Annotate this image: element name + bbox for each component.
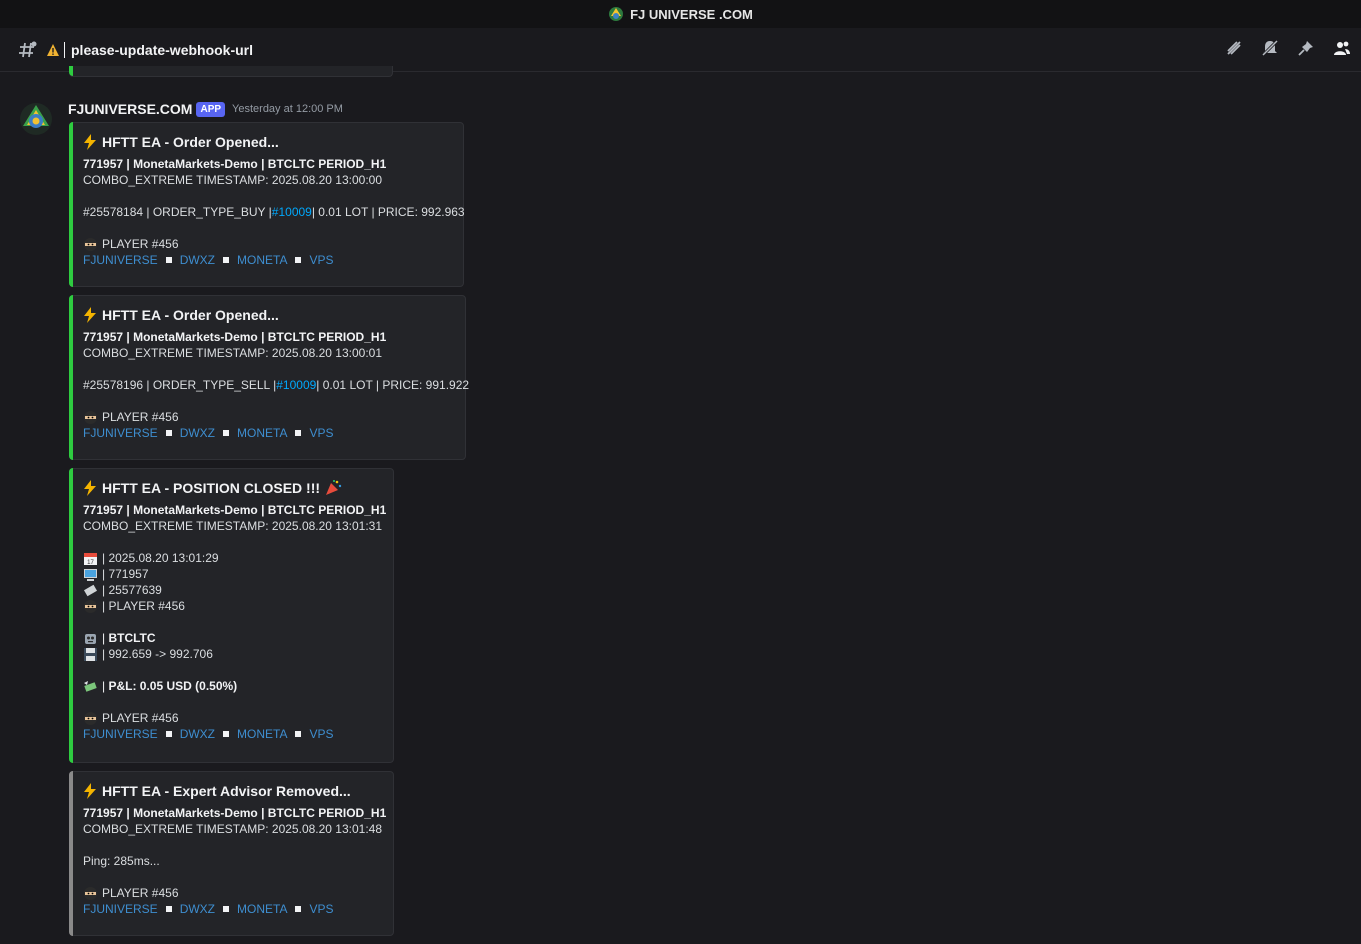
ninja-icon	[84, 410, 97, 424]
embed-ea-removed: HFTT EA - Expert Advisor Removed... 7719…	[69, 771, 394, 936]
ninja-icon	[84, 711, 97, 725]
embed-order-opened-1: HFTT EA - Order Opened... 771957 | Monet…	[69, 122, 465, 287]
embed-timestamp-line: COMBO_EXTREME TIMESTAMP: 2025.08.20 13:0…	[83, 173, 383, 187]
channel-name[interactable]: please-update-webhook-url	[71, 42, 253, 58]
link-fjuniverse[interactable]: FJUNIVERSE	[83, 727, 158, 741]
link-vps[interactable]: VPS	[309, 426, 333, 440]
svg-text:17: 17	[87, 560, 94, 566]
link-fjuniverse[interactable]: FJUNIVERSE	[83, 902, 158, 916]
ninja-icon	[84, 886, 97, 900]
ninja-icon	[84, 237, 97, 251]
lightning-icon	[84, 480, 96, 496]
embed-color-bar	[69, 468, 73, 763]
link-dwxz[interactable]: DWXZ	[180, 426, 215, 440]
ninja-icon	[84, 599, 97, 613]
link-moneta[interactable]: MONETA	[237, 727, 287, 741]
calendar-icon: 17	[84, 552, 97, 566]
embed-title: HFTT EA - POSITION CLOSED !!!	[83, 478, 381, 498]
app-logo-icon	[609, 7, 624, 21]
embed-order-line: #25578184 | ORDER_TYPE_BUY | #10009 | 0.…	[83, 204, 465, 220]
embed-account-line: 771957 | MonetaMarkets-Demo | BTCLTC PER…	[83, 330, 387, 344]
computer-icon	[84, 568, 97, 581]
link-fjuniverse[interactable]: FJUNIVERSE	[83, 426, 158, 440]
embed-footer-links: FJUNIVERSE DWXZ MONETA VPS	[83, 726, 381, 742]
message-timestamp[interactable]: Yesterday at 12:00 PM	[232, 103, 343, 115]
embed-color-bar	[69, 771, 73, 936]
header-toolbar	[1225, 39, 1351, 57]
close-pnl-line: | P&L: 0.05 USD (0.50%)	[83, 678, 381, 694]
ticket-icon	[83, 584, 98, 596]
embed-color-bar	[69, 122, 73, 287]
order-link[interactable]: #10009	[272, 204, 312, 220]
window-title: FJ UNIVERSE .COM	[630, 6, 753, 22]
floppy-disk-icon	[84, 647, 97, 661]
robot-icon	[85, 633, 96, 644]
close-ticket-line: | 25577639	[83, 582, 381, 598]
channel-hash-icon	[19, 41, 37, 58]
embed-footer-links: FJUNIVERSE DWXZ MONETA VPS	[83, 252, 451, 268]
lightning-icon	[84, 783, 96, 799]
embed-title: HFTT EA - Expert Advisor Removed...	[83, 781, 381, 801]
bot-avatar[interactable]	[19, 102, 53, 136]
embed-account-line: 771957 | MonetaMarkets-Demo | BTCLTC PER…	[83, 157, 387, 171]
link-dwxz[interactable]: DWXZ	[180, 727, 215, 741]
close-date-line: 17 | 2025.08.20 13:01:29	[83, 550, 381, 566]
embed-title: HFTT EA - Order Opened...	[83, 305, 453, 325]
link-dwxz[interactable]: DWXZ	[180, 253, 215, 267]
embed-footer-links: FJUNIVERSE DWXZ MONETA VPS	[83, 901, 381, 917]
close-symbol-line: | BTCLTC	[83, 630, 381, 646]
link-moneta[interactable]: MONETA	[237, 902, 287, 916]
embed-order-opened-2: HFTT EA - Order Opened... 771957 | Monet…	[69, 295, 470, 460]
link-dwxz[interactable]: DWXZ	[180, 902, 215, 916]
link-moneta[interactable]: MONETA	[237, 426, 287, 440]
author-name[interactable]: FJUNIVERSE.COM	[68, 101, 192, 117]
close-account-line: | 771957	[83, 566, 381, 582]
embed-account-line: 771957 | MonetaMarkets-Demo | BTCLTC PER…	[83, 806, 387, 820]
party-popper-icon	[326, 480, 342, 495]
lightning-icon	[84, 134, 96, 150]
embed-player-line: PLAYER #456	[83, 409, 453, 425]
embed-player-line: PLAYER #456	[83, 710, 381, 726]
warning-icon	[47, 44, 59, 56]
member-list-icon[interactable]	[1333, 39, 1351, 57]
embed-timestamp-line: COMBO_EXTREME TIMESTAMP: 2025.08.20 13:0…	[83, 346, 383, 360]
close-prices-line: | 992.659 -> 992.706	[83, 646, 381, 662]
window-titlebar: FJ UNIVERSE .COM	[0, 0, 1361, 28]
mute-notifications-icon[interactable]	[1261, 39, 1279, 57]
close-player-line: | PLAYER #456	[83, 598, 381, 614]
embed-player-line: PLAYER #456	[83, 236, 451, 252]
pin-icon[interactable]	[1297, 39, 1315, 57]
embed-position-closed: HFTT EA - POSITION CLOSED !!! 771957 | M…	[69, 468, 394, 763]
message-header: FJUNIVERSE.COM APP Yesterday at 12:00 PM	[68, 101, 343, 117]
embed-footer-links: FJUNIVERSE DWXZ MONETA VPS	[83, 425, 453, 441]
embed-timestamp-line: COMBO_EXTREME TIMESTAMP: 2025.08.20 13:0…	[83, 519, 383, 533]
embed-ping-line: Ping: 285ms...	[83, 854, 160, 868]
link-vps[interactable]: VPS	[309, 727, 333, 741]
embed-title: HFTT EA - Order Opened...	[83, 132, 451, 152]
lightning-icon	[84, 307, 96, 323]
link-fjuniverse[interactable]: FJUNIVERSE	[83, 253, 158, 267]
previous-embed-tail	[69, 66, 393, 77]
embed-color-bar	[69, 295, 73, 460]
link-vps[interactable]: VPS	[309, 253, 333, 267]
embed-timestamp-line: COMBO_EXTREME TIMESTAMP: 2025.08.20 13:0…	[83, 822, 383, 836]
money-with-wings-icon	[84, 680, 97, 692]
embed-order-line: #25578196 | ORDER_TYPE_SELL | #10009 | 0…	[83, 377, 470, 393]
app-badge: APP	[196, 101, 226, 117]
embed-account-line: 771957 | MonetaMarkets-Demo | BTCLTC PER…	[83, 503, 387, 517]
link-vps[interactable]: VPS	[309, 902, 333, 916]
threads-icon[interactable]	[1225, 39, 1243, 57]
embed-player-line: PLAYER #456	[83, 885, 381, 901]
title-separator	[64, 42, 65, 58]
link-moneta[interactable]: MONETA	[237, 253, 287, 267]
order-link[interactable]: #10009	[276, 377, 316, 393]
